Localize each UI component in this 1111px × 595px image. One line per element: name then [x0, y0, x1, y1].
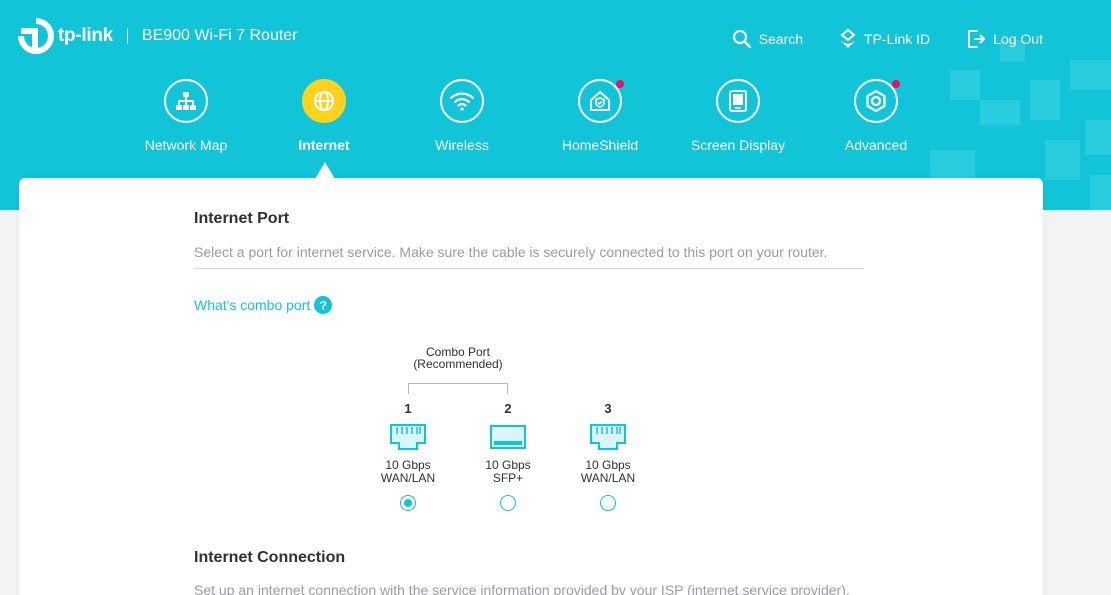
port-type: WAN/LAN — [380, 471, 436, 485]
nav-icon-circle — [302, 79, 346, 123]
internet-connection-title: Internet Connection — [194, 549, 346, 566]
notification-badge — [892, 80, 900, 88]
internet-port-title: Internet Port — [194, 210, 290, 227]
nav-label: Screen Display — [690, 137, 786, 153]
combo-port-help-link[interactable]: What's combo port ? — [194, 296, 333, 314]
nav-icon-circle — [440, 79, 484, 123]
divider-line — [194, 268, 864, 269]
nav-label: Network Map — [144, 137, 228, 153]
nav-icon-circle — [164, 79, 208, 123]
nav-icon-circle — [578, 79, 624, 123]
homeshield-icon — [590, 90, 610, 111]
nav-label: HomeShield — [561, 137, 639, 153]
combo-port-label: Combo Port (Recommended) — [358, 346, 558, 370]
help-icon: ? — [314, 296, 333, 314]
tplink-id-icon — [840, 28, 856, 48]
combo-port-bracket — [408, 383, 508, 394]
main-nav: Network Map Internet Wireless HomeShield… — [117, 79, 945, 153]
nav-internet[interactable]: Internet — [255, 79, 393, 153]
logout-label: Log Out — [993, 31, 1043, 47]
search-button[interactable]: Search — [732, 29, 803, 49]
internet-connection-description: Set up an internet connection with the s… — [194, 582, 850, 595]
nav-label: Internet — [298, 137, 350, 153]
nav-label: Wireless — [435, 137, 489, 153]
tplink-id-button[interactable]: TP-Link ID — [839, 28, 930, 50]
screen-display-icon — [729, 90, 747, 112]
sfp-port-icon — [490, 425, 526, 449]
product-name: BE900 Wi-Fi 7 Router — [141, 27, 298, 44]
nav-icon-circle — [716, 79, 760, 123]
decor-tile — [1090, 175, 1111, 210]
ethernet-port-icon — [590, 424, 626, 450]
port-selector: Combo Port (Recommended) 1 10 Gbps WAN/L… — [358, 346, 635, 516]
nav-network-map[interactable]: Network Map — [117, 79, 255, 153]
port-type: SFP+ — [492, 471, 524, 485]
decor-tile — [1030, 80, 1060, 120]
nav-advanced[interactable]: Advanced — [807, 79, 945, 153]
divider — [126, 28, 128, 44]
wifi-icon — [449, 92, 475, 111]
tplink-logo[interactable]: tp-link BE900 Wi-Fi 7 Router — [18, 18, 298, 54]
port-number: 3 — [604, 401, 612, 416]
brand-name: tp-link — [58, 25, 113, 46]
port-3: 3 10 Gbps WAN/LAN — [558, 401, 658, 511]
content-card: Internet Port Select a port for internet… — [19, 178, 1043, 595]
notification-badge — [616, 80, 624, 88]
decor-tile — [1085, 120, 1111, 155]
gear-icon — [866, 89, 886, 113]
ethernet-port-icon — [390, 424, 426, 450]
decor-tile — [980, 100, 1020, 125]
network-map-icon — [176, 92, 196, 110]
globe-icon — [314, 91, 334, 111]
port-1-radio[interactable] — [400, 495, 416, 511]
tplink-id-label: TP-Link ID — [864, 31, 931, 47]
port-2-radio[interactable] — [500, 495, 516, 511]
port-number: 2 — [504, 401, 512, 416]
search-icon — [732, 30, 751, 49]
search-label: Search — [758, 31, 804, 47]
logout-button[interactable]: Log Out — [966, 29, 1043, 49]
decor-tile — [1045, 140, 1080, 180]
decor-tile — [1070, 60, 1111, 90]
nav-label: Advanced — [844, 137, 908, 153]
combo-port-link-label: What's combo port — [194, 297, 311, 313]
port-2: 2 10 Gbps SFP+ — [458, 401, 558, 511]
combo-port-subtitle: (Recommended) — [413, 357, 503, 371]
tplink-logo-mark — [18, 18, 54, 54]
port-1: 1 10 Gbps WAN/LAN — [358, 401, 458, 511]
port-number: 1 — [404, 401, 412, 416]
nav-homeshield[interactable]: HomeShield — [531, 79, 669, 153]
port-3-radio[interactable] — [600, 495, 616, 511]
decor-tile — [950, 70, 980, 100]
nav-screen-display[interactable]: Screen Display — [669, 79, 807, 153]
nav-icon-circle — [854, 79, 900, 123]
port-type: WAN/LAN — [580, 471, 636, 485]
internet-port-description: Select a port for internet service. Make… — [194, 244, 828, 260]
top-links: Search TP-Link ID Log Out — [732, 28, 1043, 50]
logout-icon — [968, 30, 986, 48]
active-tab-indicator — [315, 162, 335, 179]
nav-wireless[interactable]: Wireless — [393, 79, 531, 153]
